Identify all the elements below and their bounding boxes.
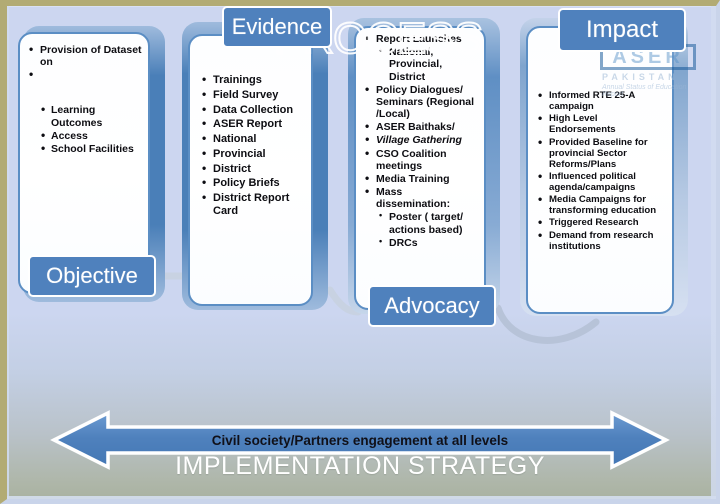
list-spacer (29, 68, 142, 103)
list-item: Media Campaigns for transforming educati… (538, 193, 666, 216)
card-evidence[interactable]: Trainings Field Survey Data Collection A… (188, 34, 313, 306)
list-item: School Facilities (29, 142, 142, 156)
list-item: Poster ( target/ actions based) (365, 210, 478, 235)
list-item: Learning Outcomes (29, 103, 142, 128)
list-item: Data Collection (202, 103, 305, 117)
card-impact[interactable]: Informed RTE 25-A campaign High Level En… (526, 26, 674, 314)
card-objective-list: Provision of Dataset on Learning Outcome… (29, 43, 142, 156)
card-impact-list: Informed RTE 25-A campaign High Level En… (538, 89, 666, 252)
list-item: Policy Briefs (202, 176, 305, 190)
card-advocacy[interactable]: Report Launches National, Provincial, Di… (354, 26, 486, 310)
list-item: Demand from research institutions (538, 228, 666, 252)
slide-canvas: Provision of Dataset on Learning Outcome… (0, 0, 720, 504)
list-item: Report Launches (365, 32, 478, 46)
list-item: CSO Coalition meetings (365, 147, 478, 172)
list-item: High Level Endorsements (538, 112, 666, 135)
list-item: Access (29, 129, 142, 143)
card-objective-body: Provision of Dataset on Learning Outcome… (20, 34, 148, 292)
list-item: Triggered Research (538, 216, 666, 230)
card-advocacy-list: Report Launches National, Provincial, Di… (365, 32, 478, 249)
list-item: Media Training (365, 172, 478, 186)
list-item: Trainings (202, 73, 305, 87)
footer-title: IMPLEMENTATION STRATEGY (175, 452, 545, 480)
list-item: Village Gathering (365, 133, 478, 147)
list-item: National (202, 132, 305, 146)
list-item: District Report Card (202, 191, 305, 218)
stage-label-evidence[interactable]: Evidence (222, 6, 332, 48)
list-item: Provision of Dataset on (29, 43, 142, 68)
list-item: DRCs (365, 236, 478, 249)
stage-label-impact[interactable]: Impact (558, 8, 686, 52)
stage-label-objective[interactable]: Objective (28, 255, 156, 297)
card-advocacy-body: Report Launches National, Provincial, Di… (356, 28, 484, 308)
list-item: National, Provincial, District (365, 45, 478, 83)
list-item: Policy Dialogues/ Seminars (Regional /Lo… (365, 83, 478, 121)
card-impact-body: Informed RTE 25-A campaign High Level En… (528, 28, 672, 312)
card-evidence-body: Trainings Field Survey Data Collection A… (190, 36, 311, 304)
card-evidence-list: Trainings Field Survey Data Collection A… (202, 73, 305, 218)
list-item: Field Survey (202, 88, 305, 102)
list-item: Provided Baseline for provincial Sector … (538, 135, 666, 170)
list-item: ASER Report (202, 117, 305, 131)
stage-label-advocacy[interactable]: Advocacy (368, 285, 496, 327)
list-item: ASER Baithaks/ (365, 120, 478, 134)
list-item: Informed RTE 25-A campaign (538, 89, 666, 112)
list-item: Mass dissemination: (365, 185, 478, 210)
list-item: Provincial (202, 147, 305, 161)
list-item: Influenced political agenda/campaigns (538, 170, 666, 193)
list-item: District (202, 162, 305, 176)
